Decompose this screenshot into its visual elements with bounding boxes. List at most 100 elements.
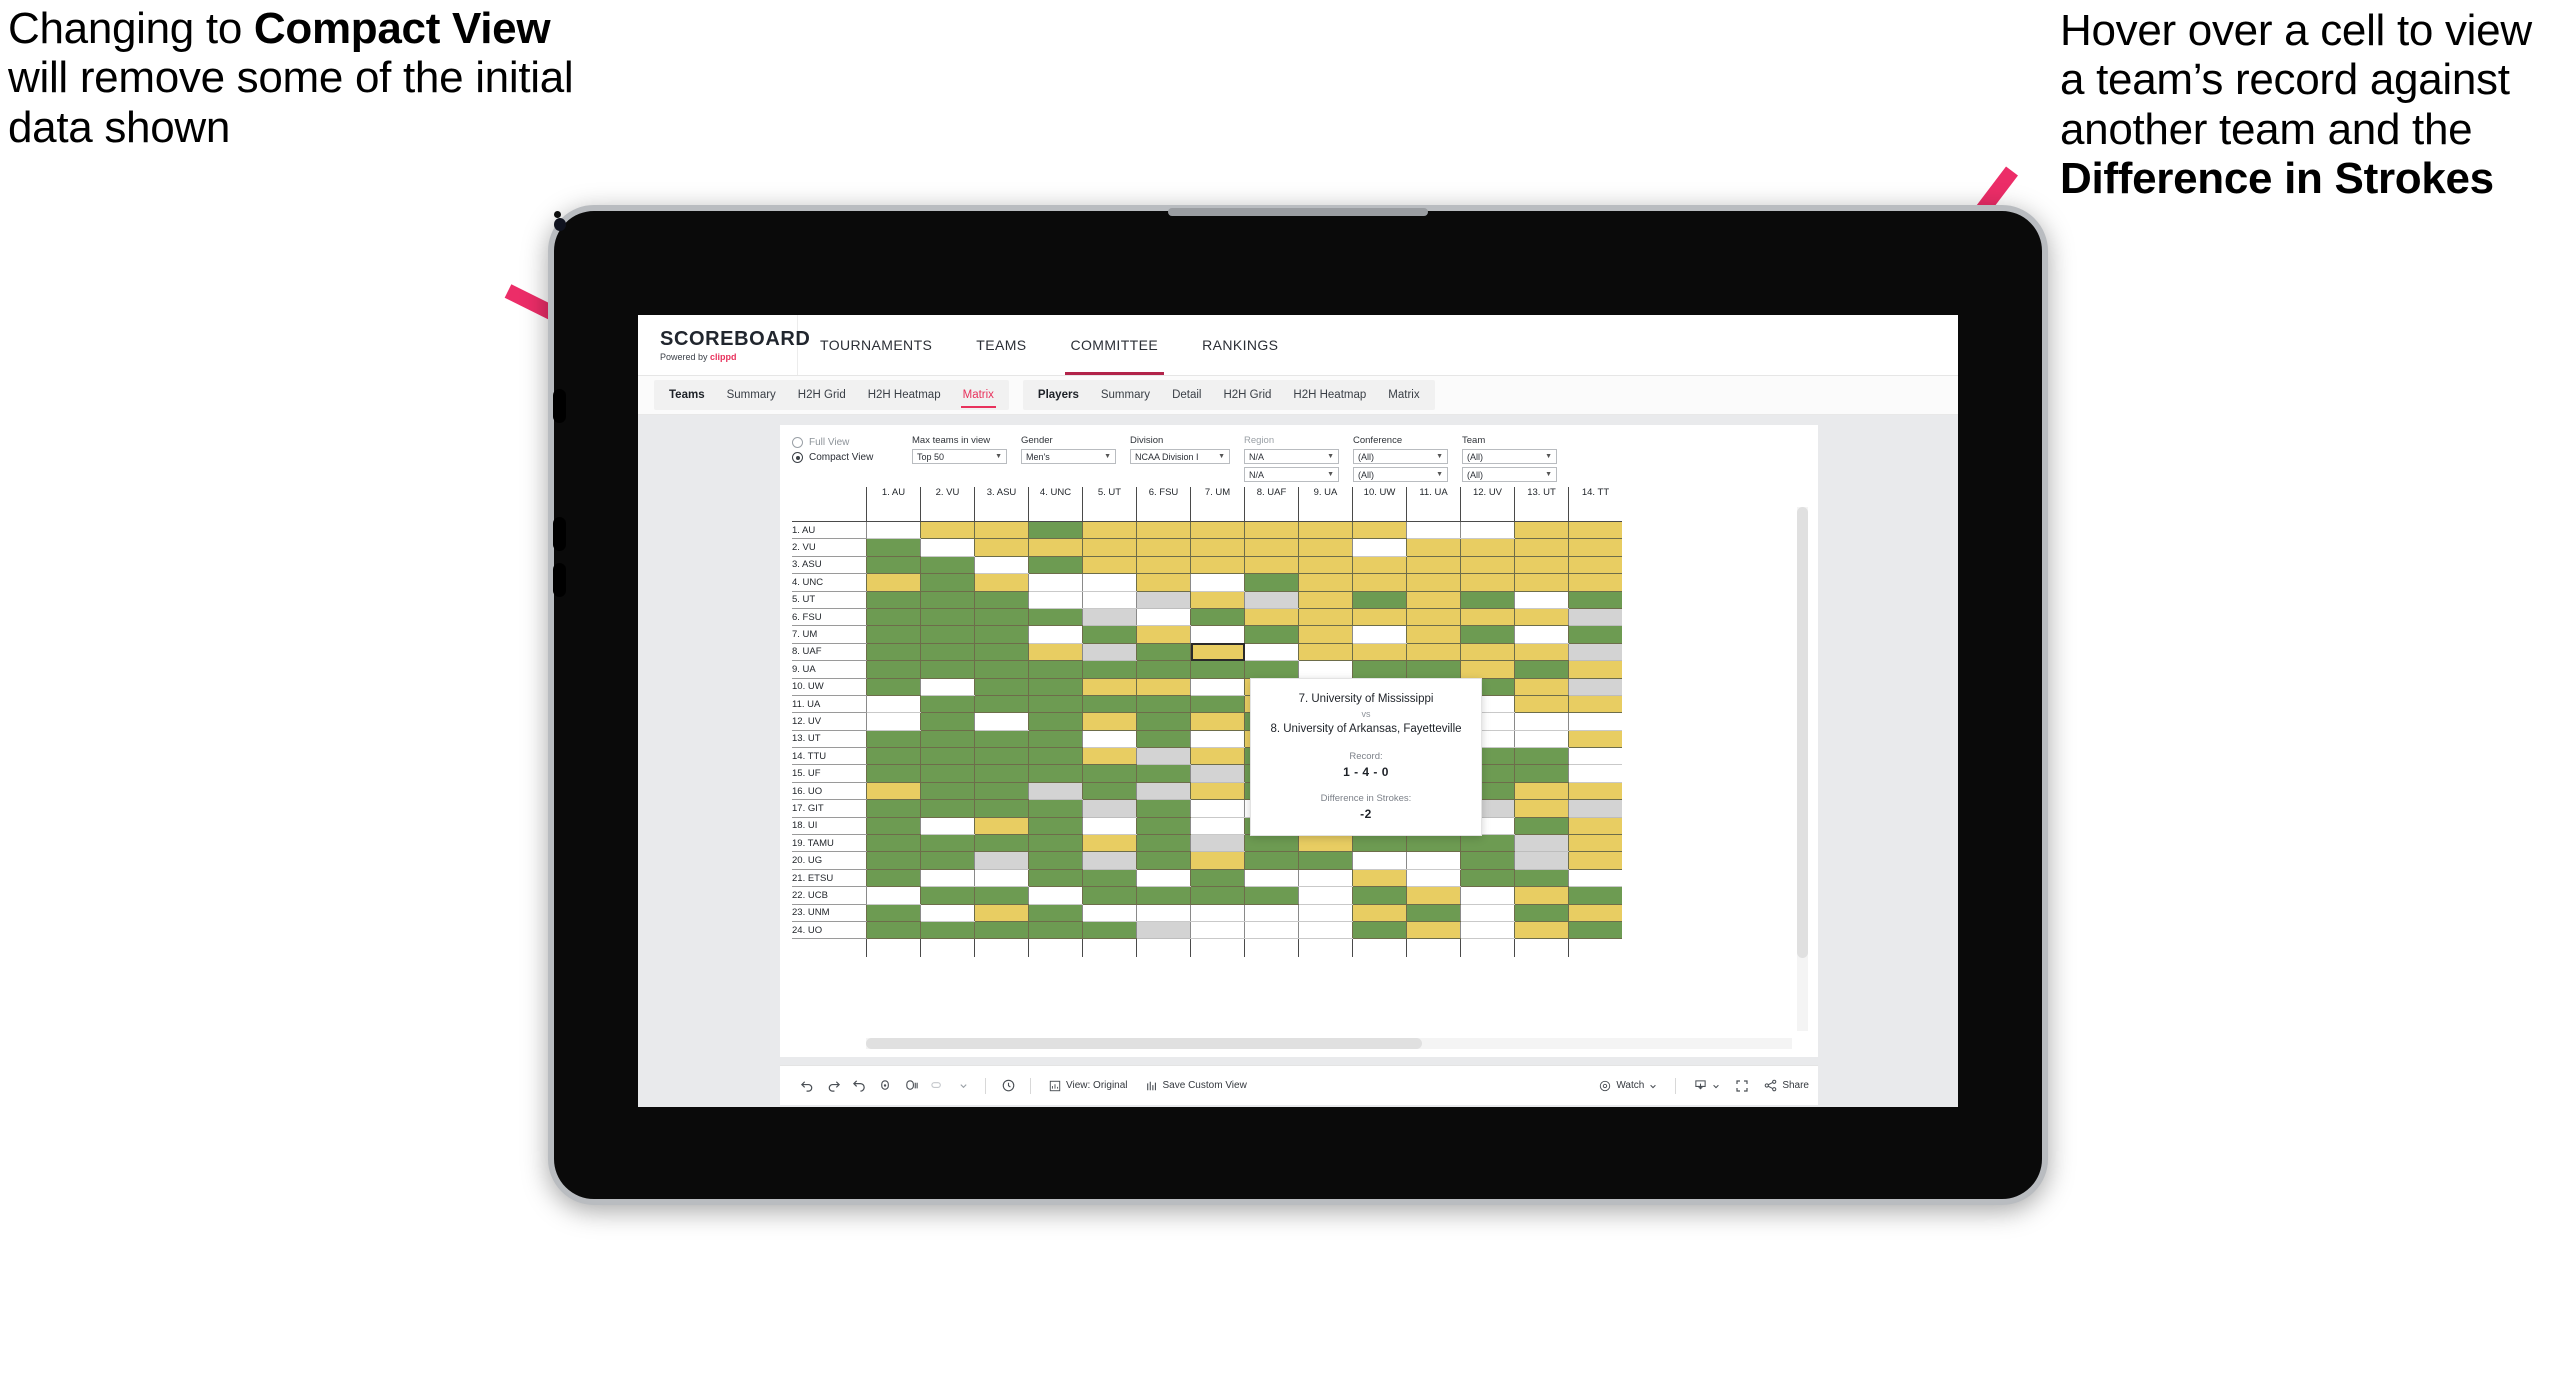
chevron-down-icon[interactable]: ▼ <box>1327 471 1334 478</box>
matrix-cell-17-1[interactable] <box>866 799 921 818</box>
matrix-col-header-4[interactable]: 4. UNC <box>1028 487 1083 522</box>
matrix-cell-19-14[interactable] <box>1568 834 1622 853</box>
matrix-cell-19-13[interactable] <box>1514 834 1569 853</box>
matrix-col-header-3[interactable]: 3. ASU <box>974 487 1029 522</box>
matrix-cell-7-11[interactable] <box>1406 625 1461 644</box>
matrix-cell-12-13[interactable] <box>1514 712 1569 731</box>
matrix-cell-23-12[interactable] <box>1460 904 1515 922</box>
matrix-cell-5-1[interactable] <box>866 591 921 609</box>
matrix-row-header-20[interactable]: 20. UG <box>792 851 867 870</box>
vertical-scrollbar[interactable] <box>1797 507 1808 1031</box>
chevron-down-icon[interactable]: ▼ <box>995 453 1002 460</box>
matrix-cell-19-11[interactable] <box>1406 834 1461 853</box>
matrix-cell-22-3[interactable] <box>974 886 1029 905</box>
matrix-col-header-13[interactable]: 13. UT <box>1514 487 1569 522</box>
undo-icon[interactable] <box>794 1073 820 1099</box>
matrix-cell-2-2[interactable] <box>920 538 975 557</box>
matrix-cell-8-8[interactable] <box>1244 643 1299 662</box>
matrix-cell-7-8[interactable] <box>1244 625 1299 644</box>
matrix-cell-13-2[interactable] <box>920 730 975 749</box>
matrix-cell-3-13[interactable] <box>1514 556 1569 575</box>
matrix-cell-7-2[interactable] <box>920 625 975 644</box>
matrix-cell-19-4[interactable] <box>1028 834 1083 853</box>
chevron-down-icon[interactable]: ▼ <box>1545 471 1552 478</box>
matrix-cell-3-4[interactable] <box>1028 556 1083 575</box>
filter-select-region[interactable]: N/A ▼ <box>1244 449 1339 464</box>
matrix-cell-14-7[interactable] <box>1190 747 1245 766</box>
matrix-cell-24-11[interactable] <box>1406 921 1461 940</box>
matrix-cell-3-11[interactable] <box>1406 556 1461 575</box>
matrix-cell-13-1[interactable] <box>866 730 921 749</box>
matrix-cell-1-12[interactable] <box>1460 521 1515 540</box>
refresh-icon[interactable] <box>872 1073 898 1099</box>
matrix-cell-11-4[interactable] <box>1028 695 1083 714</box>
matrix-cell-21-9[interactable] <box>1298 869 1353 888</box>
matrix-cell-21-10[interactable] <box>1352 869 1407 888</box>
matrix-cell-19-10[interactable] <box>1352 834 1407 853</box>
matrix-cell-24-4[interactable] <box>1028 921 1083 940</box>
matrix-cell-8-9[interactable] <box>1298 643 1353 662</box>
subnav-teams-matrix[interactable]: Matrix <box>952 380 1005 410</box>
matrix-cell-10-1[interactable] <box>866 678 921 696</box>
highlight-icon[interactable] <box>924 1073 950 1099</box>
matrix-cell-11-3[interactable] <box>974 695 1029 714</box>
matrix-cell-13-4[interactable] <box>1028 730 1083 749</box>
matrix-cell-1-6[interactable] <box>1136 521 1191 540</box>
matrix-cell-12-5[interactable] <box>1082 712 1137 731</box>
matrix-cell-5-5[interactable] <box>1082 591 1137 609</box>
matrix-cell-4-6[interactable] <box>1136 573 1191 592</box>
matrix-cell-17-4[interactable] <box>1028 799 1083 818</box>
matrix-cell-15-14[interactable] <box>1568 764 1622 783</box>
matrix-cell-6-1[interactable] <box>866 608 921 627</box>
matrix-cell-22-14[interactable] <box>1568 886 1622 905</box>
matrix-col-header-1[interactable]: 1. AU <box>866 487 921 522</box>
matrix-cell-20-9[interactable] <box>1298 851 1353 870</box>
matrix-cell-11-14[interactable] <box>1568 695 1622 714</box>
matrix-cell-18-5[interactable] <box>1082 817 1137 836</box>
matrix-row-header-15[interactable]: 15. UF <box>792 764 867 783</box>
matrix-cell-8-5[interactable] <box>1082 643 1137 662</box>
matrix-cell-15-7[interactable] <box>1190 764 1245 783</box>
matrix-cell-4-4[interactable] <box>1028 573 1083 592</box>
matrix-cell-3-2[interactable] <box>920 556 975 575</box>
matrix-cell-15-1[interactable] <box>866 764 921 783</box>
matrix-cell-2-7[interactable] <box>1190 538 1245 557</box>
matrix-cell-4-3[interactable] <box>974 573 1029 592</box>
matrix-row-header-24[interactable]: 24. UO <box>792 921 867 940</box>
subnav-players-detail[interactable]: Detail <box>1161 380 1212 410</box>
matrix-cell-18-1[interactable] <box>866 817 921 836</box>
matrix-cell-6-2[interactable] <box>920 608 975 627</box>
matrix-cell-17-5[interactable] <box>1082 799 1137 818</box>
matrix-cell-18-4[interactable] <box>1028 817 1083 836</box>
matrix-cell-16-2[interactable] <box>920 782 975 801</box>
chevron-down-icon[interactable]: ▼ <box>1436 471 1443 478</box>
matrix-row-header-5[interactable]: 5. UT <box>792 591 867 609</box>
matrix-cell-24-1[interactable] <box>866 921 921 940</box>
matrix-cell-13-6[interactable] <box>1136 730 1191 749</box>
matrix-cell-5-11[interactable] <box>1406 591 1461 609</box>
radio-compact-view[interactable]: Compact View <box>792 452 902 463</box>
matrix-cell-16-13[interactable] <box>1514 782 1569 801</box>
matrix-cell-9-11[interactable] <box>1406 660 1461 679</box>
matrix-cell-7-4[interactable] <box>1028 625 1083 644</box>
matrix-cell-8-3[interactable] <box>974 643 1029 662</box>
matrix-cell-20-2[interactable] <box>920 851 975 870</box>
clock-icon[interactable] <box>995 1073 1021 1099</box>
matrix-cell-21-2[interactable] <box>920 869 975 888</box>
matrix-row-header-19[interactable]: 19. TAMU <box>792 834 867 853</box>
matrix-row-header-14[interactable]: 14. TTU <box>792 747 867 766</box>
matrix-cell-9-8[interactable] <box>1244 660 1299 679</box>
matrix-cell-6-3[interactable] <box>974 608 1029 627</box>
matrix-cell-8-4[interactable] <box>1028 643 1083 662</box>
matrix-cell-15-6[interactable] <box>1136 764 1191 783</box>
chevron-down-icon[interactable]: ▼ <box>1104 453 1111 460</box>
matrix-cell-3-3[interactable] <box>974 556 1029 575</box>
matrix-cell-15-13[interactable] <box>1514 764 1569 783</box>
chevron-down-icon[interactable]: ▼ <box>1218 453 1225 460</box>
volume-down-button[interactable] <box>553 517 566 551</box>
matrix-cell-13-3[interactable] <box>974 730 1029 749</box>
matrix-cell-20-4[interactable] <box>1028 851 1083 870</box>
matrix-cell-9-10[interactable] <box>1352 660 1407 679</box>
matrix-cell-6-14[interactable] <box>1568 608 1622 627</box>
matrix-cell-8-14[interactable] <box>1568 643 1622 662</box>
